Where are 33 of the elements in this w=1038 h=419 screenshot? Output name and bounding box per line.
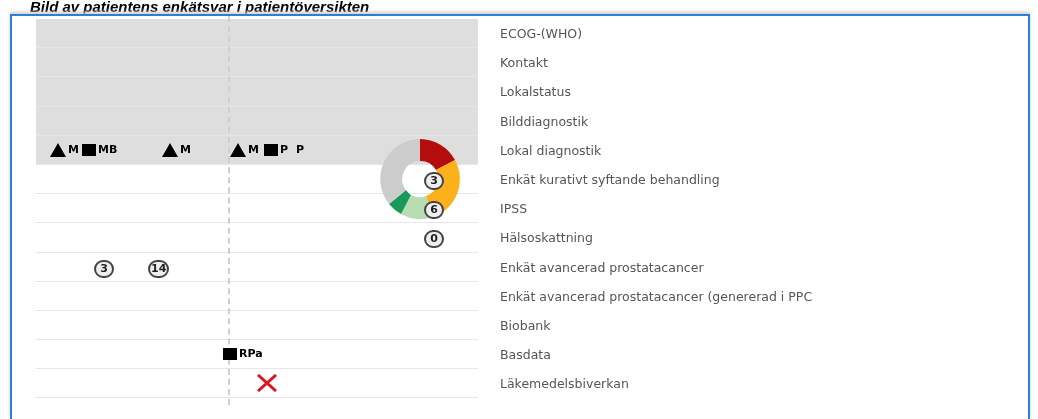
square-icon[interactable] — [82, 143, 96, 156]
marker-label: M — [180, 142, 191, 157]
score-badge[interactable]: 0 — [424, 230, 444, 249]
page-title: Bild av patientens enkätsvar i patientöversikten — [29, 0, 371, 14]
donut-drawing[interactable] — [379, 137, 461, 220]
category-label: Enkät avancerad prostatacancer — [499, 258, 704, 277]
score-badge[interactable]: 3 — [94, 259, 114, 278]
marker-label: RPa — [239, 347, 263, 362]
score-badge[interactable]: 3 — [424, 171, 444, 190]
marker-label: M — [68, 142, 79, 157]
category-label: Kontakt — [499, 54, 548, 73]
category-label: Enkät avancerad prostatacancer (genererad i PPC — [499, 287, 813, 306]
category-label: Enkät kurativt syftande behandling — [499, 170, 720, 189]
triangle-icon[interactable] — [50, 142, 66, 157]
category-label: Läkemedelsbiverkan — [499, 375, 629, 394]
category-label: ECOG-(WHO) — [499, 25, 582, 43]
category-label: Lokal diagnostik — [499, 141, 602, 160]
category-label: Biobank — [499, 316, 551, 335]
marker-label: M — [248, 142, 259, 157]
triangle-icon[interactable] — [230, 142, 246, 157]
cross-icon[interactable] — [256, 374, 278, 393]
triangle-icon[interactable] — [162, 142, 178, 157]
category-label: Lokalstatus — [499, 83, 571, 102]
marker-label: P — [280, 142, 289, 157]
marker-label: P — [296, 142, 305, 157]
category-label: IPSS — [499, 200, 528, 219]
square-icon[interactable] — [264, 143, 278, 156]
marker-label: MB — [98, 142, 118, 157]
score-badge[interactable]: 14 — [148, 259, 170, 278]
category-label: Hälsoskattning — [499, 229, 593, 248]
category-label: Bilddiagnostik — [499, 112, 589, 131]
category-label: Basdata — [499, 346, 551, 365]
square-icon[interactable] — [223, 348, 237, 361]
